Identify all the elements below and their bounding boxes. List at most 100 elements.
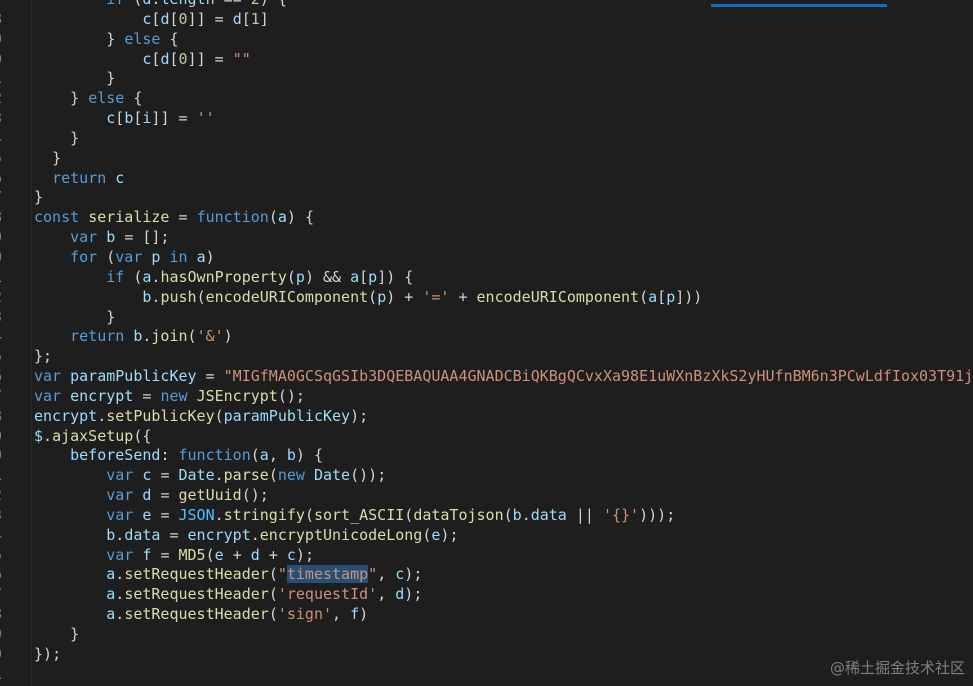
code-line[interactable]: 3 } <box>0 308 973 328</box>
line-number: 4 <box>0 327 13 347</box>
code-line[interactable]: 7 var encrypt = new JSEncrypt(); <box>0 387 973 407</box>
code-line[interactable]: 6 return c <box>0 169 973 189</box>
code-line[interactable]: 3 c[b[i]] = '' <box>0 109 973 129</box>
line-text: a.setRequestHeader("timestamp", c); <box>106 565 423 584</box>
code-line[interactable]: 2 } else { <box>0 89 973 109</box>
code-line[interactable]: 3 var e = JSON.stringify(sort_ASCII(data… <box>0 506 973 526</box>
code-line[interactable]: 9 $.ajaxSetup({ <box>0 427 973 447</box>
line-text: a.setRequestHeader('sign', f) <box>106 605 369 624</box>
line-number: 1 <box>0 665 13 685</box>
line-number: 0 <box>0 248 13 268</box>
search-highlight: timestamp <box>286 565 369 584</box>
line-number: 0 <box>0 645 13 665</box>
line-number: 9 <box>0 228 13 248</box>
line-number: 0 <box>0 50 13 70</box>
line-text: var e = JSON.stringify(sort_ASCII(dataTo… <box>106 505 676 524</box>
line-number: 1 <box>0 69 13 89</box>
line-text: }; <box>34 347 53 366</box>
code-line[interactable]: 7 a.setRequestHeader('requestId', d); <box>0 585 973 605</box>
line-number: 5 <box>0 347 13 367</box>
code-line[interactable]: 2 var d = getUuid(); <box>0 486 973 506</box>
line-number: 2 <box>0 486 13 506</box>
code-line[interactable]: 9 } <box>0 625 973 645</box>
line-text: } <box>70 128 80 147</box>
code-line[interactable]: 7} <box>0 188 973 208</box>
line-text: for (var p in a) <box>70 247 215 266</box>
line-number: 6 <box>0 565 13 585</box>
line-text: } <box>106 307 116 326</box>
line-number: 8 <box>0 605 13 625</box>
line-text: if (d.length == 2) { <box>34 0 287 10</box>
line-number: 9 <box>0 427 13 447</box>
line-text: } else { <box>70 89 143 108</box>
line-number: 1 <box>0 466 13 486</box>
line-text: } <box>34 188 44 207</box>
code-line[interactable]: 8 a.setRequestHeader('sign', f) <box>0 605 973 625</box>
line-number: 7 <box>0 387 13 407</box>
line-text: $.ajaxSetup({ <box>34 426 152 445</box>
line-number: 9 <box>0 625 13 645</box>
line-number: 3 <box>0 308 13 328</box>
line-number: 3 <box>0 506 13 526</box>
code-line[interactable]: 6 a.setRequestHeader("timestamp", c); <box>0 565 973 585</box>
line-number: 4 <box>0 526 13 546</box>
code-line[interactable]: 1 if (a.hasOwnProperty(p) && a[p]) { <box>0 268 973 288</box>
line-number: 6 <box>0 169 13 189</box>
line-text: return c <box>52 168 125 187</box>
line-number: 1 <box>0 268 13 288</box>
code-line[interactable]: 8 c[d[0]] = d[1] <box>0 10 973 30</box>
code-line[interactable]: 1 var c = Date.parse(new Date()); <box>0 466 973 486</box>
code-line[interactable]: 0 c[d[0]] = "" <box>0 50 973 70</box>
line-text: var d = getUuid(); <box>106 486 269 505</box>
code-line[interactable]: 0 beforeSend: function(a, b) { <box>0 446 973 466</box>
line-number: 2 <box>0 89 13 109</box>
line-text: } <box>70 625 80 643</box>
line-text: a.setRequestHeader('requestId', d); <box>106 585 423 604</box>
watermark: @稀土掘金技术社区 <box>829 659 965 677</box>
line-text: beforeSend: function(a, b) { <box>70 446 323 465</box>
line-text: c[d[0]] = d[1] <box>142 9 269 28</box>
line-text: var c = Date.parse(new Date()); <box>106 466 387 485</box>
code-line[interactable]: 6 var paramPublicKey = "MIGfMA0GCSqGSIb3D… <box>0 367 973 387</box>
line-text: c[d[0]] = "" <box>142 49 251 68</box>
line-number: 0 <box>0 446 13 466</box>
code-line[interactable]: 8 encrypt.setPublicKey(paramPublicKey); <box>0 407 973 427</box>
code-area[interactable]: 7 if (d.length == 2) {8 c[d[0]] = d[1]9 … <box>0 0 973 685</box>
code-line[interactable]: 2 b.push(encodeURIComponent(p) + '=' + e… <box>0 288 973 308</box>
line-number: 3 <box>0 109 13 129</box>
code-line[interactable]: 7 if (d.length == 2) { <box>0 0 973 10</box>
code-line[interactable]: 5 } <box>0 149 973 169</box>
line-number: 6 <box>0 367 13 387</box>
line-text: encrypt.setPublicKey(paramPublicKey); <box>34 406 369 425</box>
code-line[interactable]: 0 for (var p in a) <box>0 248 973 268</box>
line-text: }); <box>34 644 62 663</box>
line-text: } else { <box>106 29 179 48</box>
line-number: 9 <box>0 30 13 50</box>
line-text: } <box>52 148 62 167</box>
code-editor[interactable]: 7 if (d.length == 2) {8 c[d[0]] = d[1]9 … <box>0 0 973 686</box>
code-line[interactable]: 5}; <box>0 347 973 367</box>
line-text: if (a.hasOwnProperty(p) && a[p]) { <box>106 267 414 286</box>
line-number: 8 <box>0 208 13 228</box>
code-line[interactable]: 1 <box>0 665 973 685</box>
code-line[interactable]: 9 var b = []; <box>0 228 973 248</box>
line-text: var f = MD5(e + d + c); <box>106 545 314 564</box>
code-line[interactable]: 4 return b.join('&') <box>0 327 973 347</box>
code-line[interactable]: 8 const serialize = function(a) { <box>0 208 973 228</box>
line-number: 5 <box>0 149 13 169</box>
code-line[interactable]: 4 b.data = encrypt.encryptUnicodeLong(e)… <box>0 526 973 546</box>
code-line[interactable]: 1 } <box>0 69 973 89</box>
line-number: 4 <box>0 129 13 149</box>
line-text: c[b[i]] = '' <box>106 109 215 128</box>
line-text: var b = []; <box>70 228 170 247</box>
line-text: b.data = encrypt.encryptUnicodeLong(e); <box>106 525 459 544</box>
code-line[interactable]: 9 } else { <box>0 30 973 50</box>
line-number: 7 <box>0 188 13 208</box>
line-number: 2 <box>0 288 13 308</box>
line-number: 7 <box>0 0 13 10</box>
line-text: var paramPublicKey = "MIGfMA0GCSqGSIb3DQ… <box>34 367 973 386</box>
line-text: var encrypt = new JSEncrypt(); <box>34 386 305 405</box>
code-line[interactable]: 4 } <box>0 129 973 149</box>
code-line[interactable]: 0}); <box>0 645 973 665</box>
code-line[interactable]: 5 var f = MD5(e + d + c); <box>0 546 973 566</box>
